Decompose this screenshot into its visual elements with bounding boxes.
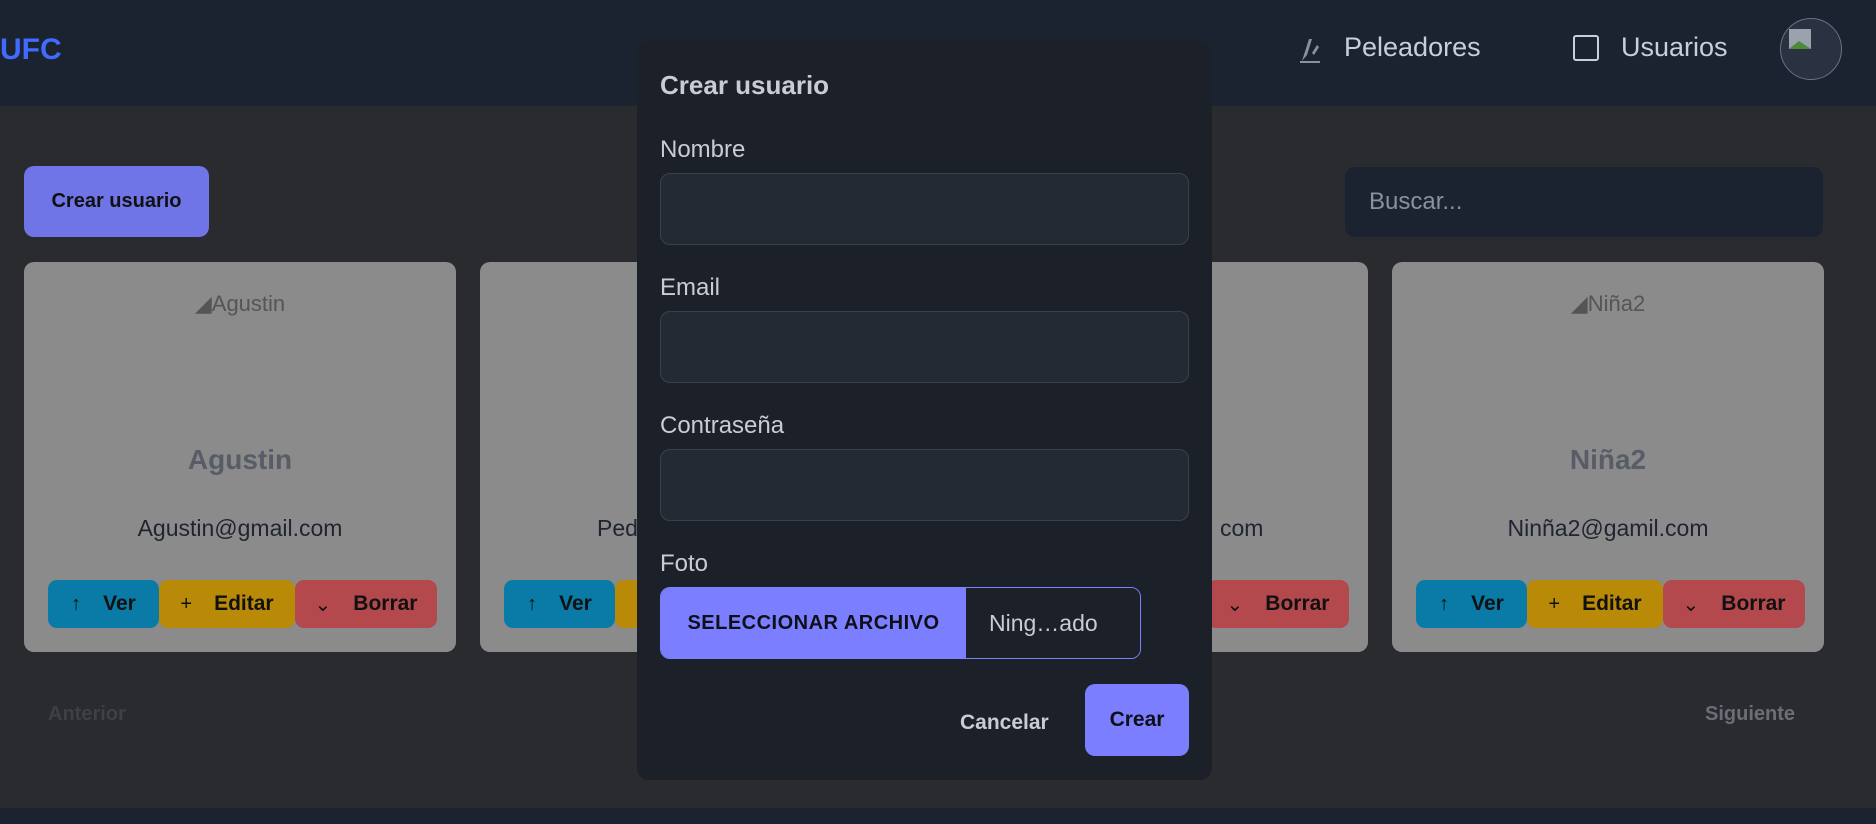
plus-icon: + xyxy=(180,592,193,615)
name-label: Nombre xyxy=(660,136,746,163)
name-field[interactable] xyxy=(660,173,1189,245)
delete-button[interactable]: ⌄ Borrar xyxy=(1663,580,1805,628)
user-email: Agustin@gmail.com xyxy=(137,515,343,541)
previous-page-button[interactable]: Anterior xyxy=(48,703,126,726)
file-name: Ning…ado xyxy=(966,588,1140,658)
user-photo: ◢Agustin xyxy=(194,291,286,316)
user-email: com xyxy=(1220,515,1264,541)
chevron-down-icon: ⌄ xyxy=(314,593,332,616)
arrow-up-icon: ↑ xyxy=(71,592,82,615)
view-button[interactable]: ↑ Ver xyxy=(504,580,615,628)
nav-item-users[interactable]: Usuarios xyxy=(1573,32,1728,63)
user-name: Niña2 xyxy=(1569,444,1647,475)
user-card: ◢Niña2 Niña2 Ninña2@gamil.com ↑ Ver + Edit… xyxy=(1392,262,1824,652)
chevron-down-icon: ⌄ xyxy=(1682,593,1700,616)
brand-logo[interactable]: UFC xyxy=(0,33,62,67)
submit-button[interactable]: Crear xyxy=(1085,684,1189,756)
email-field[interactable] xyxy=(660,311,1189,383)
view-button[interactable]: ↑ Ver xyxy=(1416,580,1527,628)
arrow-up-icon: ↑ xyxy=(1439,592,1450,615)
avatar[interactable] xyxy=(1780,18,1842,80)
user-card: ◢Agustin Agustin Agustin@gmail.com ↑ Ver … xyxy=(24,262,456,652)
create-user-modal: Crear usuario Nombre Email Contraseña Fo… xyxy=(637,41,1212,780)
next-page-button[interactable]: Siguiente xyxy=(1705,703,1795,726)
user-email: Ninña2@gamil.com xyxy=(1507,515,1709,541)
plus-icon: + xyxy=(1548,592,1561,615)
search-input[interactable] xyxy=(1345,167,1823,237)
user-name: Agustin xyxy=(187,444,293,475)
users-icon xyxy=(1573,34,1599,61)
password-field[interactable] xyxy=(660,449,1189,521)
edit-button[interactable]: + Editar xyxy=(1527,580,1663,628)
password-label: Contraseña xyxy=(660,412,785,439)
broken-image-icon xyxy=(1789,29,1811,49)
view-button[interactable]: ↑ Ver xyxy=(48,580,159,628)
nav-users-label: Usuarios xyxy=(1621,32,1728,62)
user-email: Ped xyxy=(597,515,638,541)
create-user-button[interactable]: Crear usuario xyxy=(24,166,209,237)
modal-title: Crear usuario xyxy=(660,70,830,100)
cancel-button[interactable]: Cancelar xyxy=(960,711,1049,735)
delete-button[interactable]: ⌄ Borrar xyxy=(1207,580,1349,628)
chevron-down-icon: ⌄ xyxy=(1226,593,1244,616)
footer xyxy=(0,808,1876,824)
arrow-up-icon: ↑ xyxy=(527,592,538,615)
email-label: Email xyxy=(660,274,721,301)
nav-fighters-label: Peleadores xyxy=(1344,32,1481,62)
photo-file-input[interactable]: SELECCIONAR ARCHIVO Ning…ado xyxy=(660,587,1141,659)
delete-button[interactable]: ⌄ Borrar xyxy=(295,580,437,628)
user-photo: ◢Niña2 xyxy=(1570,291,1646,316)
fighter-icon xyxy=(1300,38,1320,63)
nav-item-fighters[interactable]: Peleadores xyxy=(1298,32,1481,63)
select-file-button[interactable]: SELECCIONAR ARCHIVO xyxy=(661,588,966,658)
photo-label: Foto xyxy=(660,550,709,577)
edit-button[interactable]: + Editar xyxy=(159,580,295,628)
